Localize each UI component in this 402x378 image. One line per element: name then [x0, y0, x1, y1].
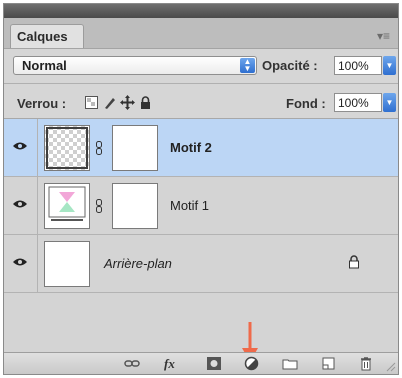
tab-bar: Calques ▾≡ [4, 18, 398, 49]
link-icon[interactable] [96, 199, 102, 213]
panel-footer: fx [4, 352, 398, 374]
link-layers-icon[interactable] [124, 356, 140, 371]
collapse-icon[interactable] [382, 7, 392, 20]
blend-stepper-icon[interactable]: ▲ ▼ [240, 58, 255, 73]
opacity-label: Opacité : [262, 58, 318, 73]
eye-icon[interactable] [13, 257, 27, 267]
blend-mode-value: Normal [22, 58, 67, 73]
resize-grip-icon[interactable] [386, 362, 396, 372]
lock-all-icon[interactable] [138, 95, 153, 110]
visibility-column [4, 235, 38, 292]
lock-icon [349, 255, 359, 269]
lock-position-icon[interactable] [120, 95, 135, 110]
lock-transparent-pixels-icon[interactable] [84, 95, 99, 110]
new-layer-icon[interactable] [320, 356, 336, 371]
layer-thumbnail[interactable] [44, 125, 90, 171]
layer-row-motif-2[interactable]: Motif 2 [4, 119, 398, 177]
pattern-preview-icon [48, 186, 86, 221]
panel-titlebar[interactable] [4, 4, 398, 20]
layer-name[interactable]: Motif 2 [170, 140, 212, 155]
blend-mode-select[interactable]: Normal ▲ ▼ [13, 56, 257, 75]
delete-layer-icon[interactable] [358, 356, 374, 371]
lock-image-pixels-icon[interactable] [102, 95, 117, 110]
opacity-slider-arrow-icon[interactable]: ▼ [383, 56, 396, 75]
panel-menu-icon[interactable]: ▾≡ [377, 30, 390, 42]
fill-slider-arrow-icon[interactable]: ▼ [383, 93, 396, 112]
layer-style-icon[interactable]: fx [164, 356, 184, 371]
visibility-column [4, 177, 38, 234]
opacity-input[interactable]: 100% [334, 56, 382, 75]
fill-label: Fond : [286, 96, 326, 111]
adjustment-layer-icon[interactable] [244, 356, 260, 371]
fill-input[interactable]: 100% [334, 93, 382, 112]
layer-thumbnail[interactable] [44, 241, 90, 287]
layer-mask-thumbnail[interactable] [112, 125, 158, 171]
visibility-column [4, 119, 38, 176]
blend-row: Normal ▲ ▼ Opacité : 100% ▼ [4, 49, 398, 84]
link-icon[interactable] [96, 141, 102, 155]
layer-name[interactable]: Motif 1 [170, 198, 209, 213]
new-group-icon[interactable] [282, 356, 298, 371]
lock-label: Verrou : [17, 96, 67, 111]
eye-icon[interactable] [13, 141, 27, 151]
layers-list: Motif 2 Motif 1 Arrière-plan [4, 119, 398, 355]
layer-row-arriere-plan[interactable]: Arrière-plan [4, 235, 398, 293]
tab-calques[interactable]: Calques [10, 24, 84, 48]
layer-name[interactable]: Arrière-plan [104, 256, 172, 271]
layer-thumbnail[interactable] [44, 183, 90, 229]
layer-mask-icon[interactable] [206, 356, 222, 371]
layers-panel: Calques ▾≡ Normal ▲ ▼ Opacité : 100% ▼ Ve… [3, 3, 399, 375]
layer-row-motif-1[interactable]: Motif 1 [4, 177, 398, 235]
lock-row: Verrou : Fond : 100% ▼ [4, 84, 398, 119]
eye-icon[interactable] [13, 199, 27, 209]
layer-mask-thumbnail[interactable] [112, 183, 158, 229]
